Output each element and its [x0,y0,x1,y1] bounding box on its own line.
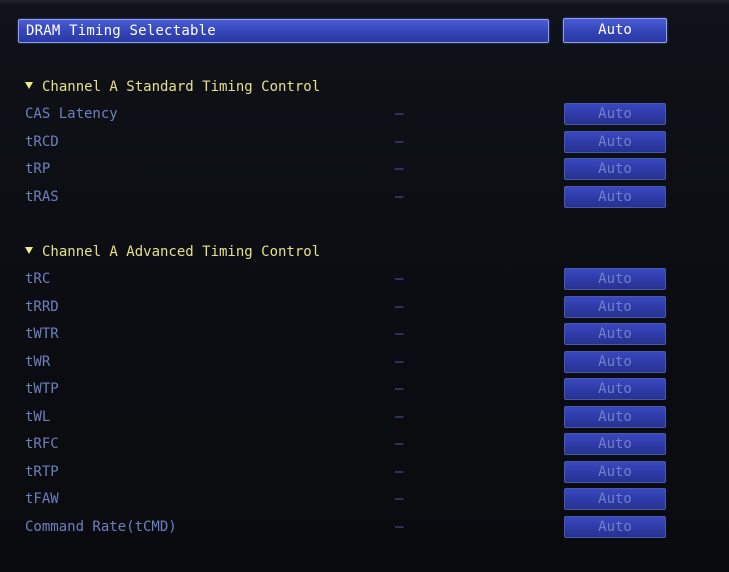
row-command-rate-dash: – [395,519,404,535]
row-trrd-value[interactable]: Auto [564,296,666,318]
row-trc-value[interactable]: Auto [564,268,666,290]
row-twl-value[interactable]: Auto [564,406,666,428]
row-twl-label: tWL [25,409,51,425]
collapse-triangle-icon [25,247,33,254]
row-trrd-label: tRRD [25,299,59,315]
row-cas-latency-label: CAS Latency [25,106,118,122]
row-tras-dash: – [395,189,404,205]
row-tras-label: tRAS [25,189,59,205]
row-trfc-dash: – [395,436,404,452]
row-trcd-label: tRCD [25,134,59,150]
row-twtr-label: tWTR [25,326,59,342]
row-command-rate-label: Command Rate(tCMD) [25,519,177,535]
dram-timing-selectable-value[interactable]: Auto [563,18,667,43]
collapse-triangle-icon [25,82,33,89]
row-twr-value[interactable]: Auto [564,351,666,373]
row-twl-dash: – [395,409,404,425]
row-trc-label: tRC [25,271,51,287]
row-twtp-value[interactable]: Auto [564,378,666,400]
row-trfc-value[interactable]: Auto [564,433,666,455]
row-trtp-label: tRTP [25,464,59,480]
row-trc-dash: – [395,271,404,287]
row-tfaw-label: tFAW [25,491,59,507]
row-trp-value[interactable]: Auto [564,158,666,180]
row-cas-latency-dash: – [395,106,404,122]
row-trcd-dash: – [395,134,404,150]
row-twtp-dash: – [395,381,404,397]
dram-timing-selectable-label: DRAM Timing Selectable [26,23,216,39]
row-trtp-value[interactable]: Auto [564,461,666,483]
row-tras-value[interactable]: Auto [564,186,666,208]
top-edge [0,0,729,6]
row-twtp-label: tWTP [25,381,59,397]
row-cas-latency-value[interactable]: Auto [564,103,666,125]
row-twtr-value[interactable]: Auto [564,323,666,345]
bios-screen: DRAM Timing Selectable Auto Channel A St… [0,0,729,572]
row-twr-label: tWR [25,354,51,370]
row-tfaw-dash: – [395,491,404,507]
dram-timing-selectable-row[interactable]: DRAM Timing Selectable [18,19,549,43]
section-standard-timing-title[interactable]: Channel A Standard Timing Control [25,78,320,96]
row-twtr-dash: – [395,326,404,342]
row-trfc-label: tRFC [25,436,59,452]
row-command-rate-value[interactable]: Auto [564,516,666,538]
row-trrd-dash: – [395,299,404,315]
row-twr-dash: – [395,354,404,370]
row-trp-label: tRP [25,161,51,177]
row-tfaw-value[interactable]: Auto [564,488,666,510]
section-advanced-timing-title[interactable]: Channel A Advanced Timing Control [25,243,320,261]
row-trcd-value[interactable]: Auto [564,131,666,153]
row-trtp-dash: – [395,464,404,480]
row-trp-dash: – [395,161,404,177]
